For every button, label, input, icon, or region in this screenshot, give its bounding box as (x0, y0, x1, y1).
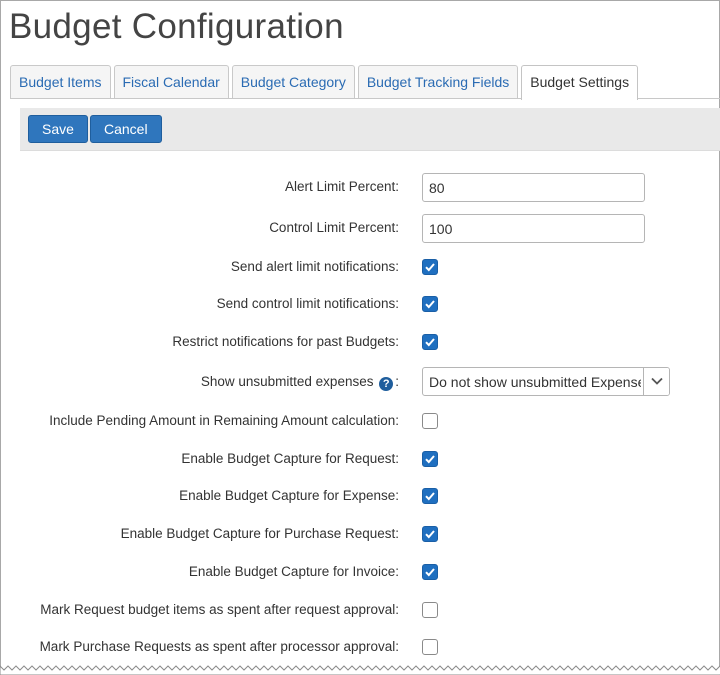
capture-request-row: Enable Budget Capture for Request: (1, 444, 720, 474)
tab-budget-settings[interactable]: Budget Settings (521, 65, 639, 100)
include-pending-checkbox[interactable] (422, 413, 438, 429)
restrict-past-label: Restrict notifications for past Budgets: (172, 334, 399, 349)
alert-limit-input[interactable] (422, 173, 645, 202)
tab-budget-category[interactable]: Budget Category (231, 65, 355, 98)
send-control-label: Send control limit notifications: (216, 296, 399, 311)
mark-purchase-spent-row: Mark Purchase Requests as spent after pr… (1, 632, 720, 662)
checkmark-icon (425, 338, 435, 347)
control-limit-label: Control Limit Percent: (269, 220, 399, 235)
capture-request-label: Enable Budget Capture for Request: (181, 451, 399, 466)
capture-invoice-label: Enable Budget Capture for Invoice: (188, 564, 399, 579)
show-unsubmitted-label: Show unsubmitted expenses (200, 374, 374, 389)
page-title: Budget Configuration (9, 7, 344, 46)
save-button[interactable]: Save (28, 115, 88, 143)
show-unsubmitted-label-group: Show unsubmitted expenses ?: (201, 374, 399, 391)
control-limit-input[interactable] (422, 214, 645, 243)
show-unsubmitted-select[interactable]: Do not show unsubmitted Expense amounts (422, 367, 670, 396)
dropdown-toggle[interactable] (643, 368, 669, 395)
capture-purchase-label: Enable Budget Capture for Purchase Reque… (120, 526, 399, 541)
show-unsubmitted-selected-value: Do not show unsubmitted Expense amounts (429, 374, 641, 390)
capture-expense-label: Enable Budget Capture for Expense: (179, 488, 399, 503)
checkmark-icon (425, 568, 435, 577)
tab-budget-items[interactable]: Budget Items (10, 65, 111, 98)
checkmark-icon (425, 263, 435, 272)
label-colon: : (395, 374, 399, 389)
send-alert-row: Send alert limit notifications: (1, 252, 720, 282)
toolbar: Save Cancel (20, 108, 720, 151)
mark-purchase-spent-label: Mark Purchase Requests as spent after pr… (39, 639, 399, 654)
tab-bar: Budget Items Fiscal Calendar Budget Cate… (10, 65, 641, 100)
torn-edge (0, 665, 720, 675)
capture-invoice-checkbox[interactable] (422, 564, 438, 580)
capture-request-checkbox[interactable] (422, 451, 438, 467)
checkmark-icon (425, 530, 435, 539)
mark-request-spent-checkbox[interactable] (422, 602, 438, 618)
show-unsubmitted-row: Show unsubmitted expenses ?: Do not show… (1, 367, 720, 397)
send-alert-label: Send alert limit notifications: (230, 259, 399, 274)
chevron-down-icon (651, 377, 663, 385)
capture-purchase-row: Enable Budget Capture for Purchase Reque… (1, 519, 720, 549)
checkmark-icon (425, 492, 435, 501)
include-pending-label: Include Pending Amount in Remaining Amou… (49, 413, 399, 428)
capture-expense-checkbox[interactable] (422, 488, 438, 504)
alert-limit-label: Alert Limit Percent: (284, 179, 399, 194)
send-control-row: Send control limit notifications: (1, 289, 720, 319)
restrict-past-checkbox[interactable] (422, 334, 438, 350)
capture-purchase-checkbox[interactable] (422, 526, 438, 542)
capture-invoice-row: Enable Budget Capture for Invoice: (1, 557, 720, 587)
help-icon[interactable]: ? (379, 377, 394, 391)
checkmark-icon (425, 300, 435, 309)
send-control-checkbox[interactable] (422, 296, 438, 312)
include-pending-row: Include Pending Amount in Remaining Amou… (1, 406, 720, 436)
cancel-button[interactable]: Cancel (90, 115, 162, 143)
mark-request-spent-label: Mark Request budget items as spent after… (40, 602, 399, 617)
window-frame: Budget Configuration Budget Items Fiscal… (0, 0, 720, 675)
send-alert-checkbox[interactable] (422, 259, 438, 275)
checkmark-icon (425, 455, 435, 464)
alert-limit-row: Alert Limit Percent: (1, 172, 720, 202)
capture-expense-row: Enable Budget Capture for Expense: (1, 481, 720, 511)
mark-purchase-spent-checkbox[interactable] (422, 639, 438, 655)
tab-budget-tracking-fields[interactable]: Budget Tracking Fields (357, 65, 519, 98)
mark-request-spent-row: Mark Request budget items as spent after… (1, 595, 720, 625)
restrict-past-row: Restrict notifications for past Budgets: (1, 327, 720, 357)
tab-fiscal-calendar[interactable]: Fiscal Calendar (113, 65, 229, 98)
control-limit-row: Control Limit Percent: (1, 213, 720, 243)
